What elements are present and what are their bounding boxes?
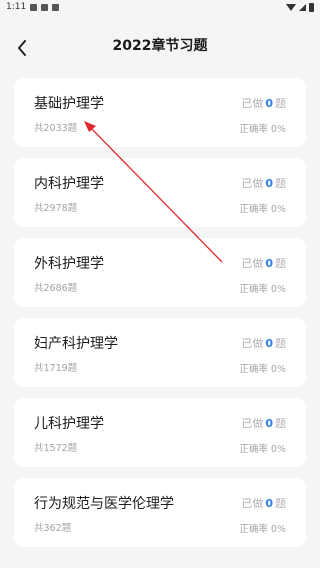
navigation-bar: 2022章节习题 <box>0 14 320 76</box>
chapter-list: 基础护理学 共2033题 已做 0 题 正确率 0% 内科护理学 共2978题 已做… <box>14 78 306 558</box>
accuracy-rate: 正确率 0% <box>239 124 286 135</box>
signal-icon <box>299 3 306 11</box>
chapter-card-pediatric-nursing[interactable]: 儿科护理学 共1572题 已做 0 题 正确率 0% <box>14 398 306 467</box>
chapter-name: 基础护理学 <box>34 96 104 112</box>
chapter-card-surgical-nursing[interactable]: 外科护理学 共2686题 已做 0 题 正确率 0% <box>14 238 306 307</box>
question-total: 共2686题 <box>34 283 78 294</box>
accuracy-rate: 正确率 0% <box>239 284 286 295</box>
done-count: 已做 0 题 <box>241 417 286 430</box>
accuracy-rate: 正确率 0% <box>239 444 286 455</box>
battery-icon <box>309 2 314 12</box>
chapter-card-basic-nursing[interactable]: 基础护理学 共2033题 已做 0 题 正确率 0% <box>14 78 306 147</box>
chapter-card-ethics[interactable]: 行为规范与医学伦理学 共362题 已做 0 题 正确率 0% <box>14 478 306 547</box>
back-button[interactable] <box>8 34 36 62</box>
chapter-name: 内科护理学 <box>34 176 104 192</box>
question-total: 共362题 <box>34 523 72 534</box>
notification-icon <box>52 3 60 11</box>
page-title: 2022章节习题 <box>112 38 208 54</box>
accuracy-rate: 正确率 0% <box>239 524 286 535</box>
chapter-name: 外科护理学 <box>34 256 104 272</box>
done-count: 已做 0 题 <box>241 497 286 510</box>
chapter-name: 妇产科护理学 <box>34 336 118 352</box>
done-count: 已做 0 题 <box>241 337 286 350</box>
wifi-icon <box>286 3 296 11</box>
question-total: 共2033题 <box>34 123 78 134</box>
chapter-name: 行为规范与医学伦理学 <box>34 496 174 512</box>
done-count: 已做 0 题 <box>241 257 286 270</box>
accuracy-rate: 正确率 0% <box>239 204 286 215</box>
status-bar: 1:11 <box>0 0 320 14</box>
accuracy-rate: 正确率 0% <box>239 364 286 375</box>
chevron-left-icon <box>18 40 26 56</box>
app-notification-icon <box>41 3 49 11</box>
chapter-card-obstetrics-nursing[interactable]: 妇产科护理学 共1719题 已做 0 题 正确率 0% <box>14 318 306 387</box>
question-total: 共2978题 <box>34 203 78 214</box>
gallery-notification-icon <box>30 3 38 11</box>
question-total: 共1719题 <box>34 363 78 374</box>
chapter-card-internal-medicine-nursing[interactable]: 内科护理学 共2978题 已做 0 题 正确率 0% <box>14 158 306 227</box>
chapter-name: 儿科护理学 <box>34 416 104 432</box>
done-count: 已做 0 题 <box>241 97 286 110</box>
question-total: 共1572题 <box>34 443 78 454</box>
status-time: 1:11 <box>6 2 27 12</box>
done-count: 已做 0 题 <box>241 177 286 190</box>
